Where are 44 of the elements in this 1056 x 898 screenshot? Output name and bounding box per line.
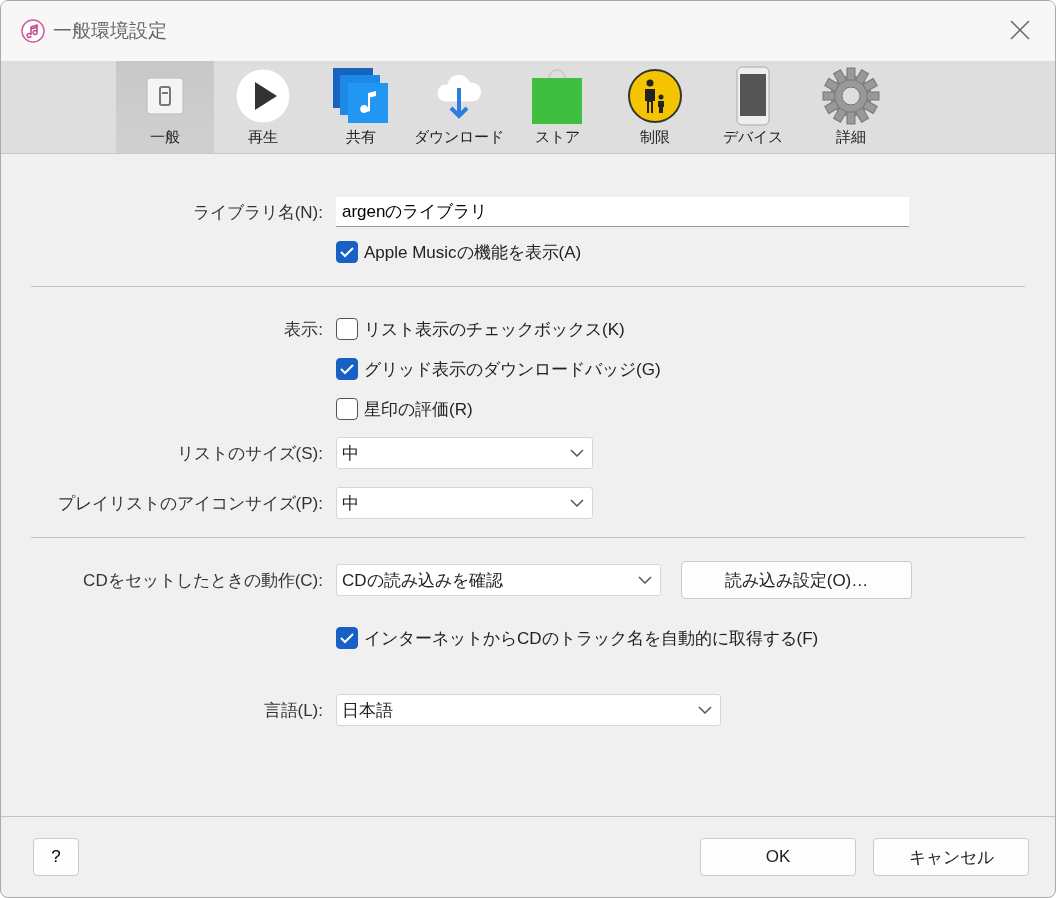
play-icon (235, 68, 291, 124)
cancel-button[interactable]: キャンセル (873, 838, 1029, 876)
music-note-icon (21, 19, 45, 43)
checkbox[interactable]: リスト表示のチェックボックス(K) (336, 317, 625, 341)
dropdown[interactable]: 中 (336, 437, 593, 469)
library-name-field[interactable]: argenのライブラリ (336, 197, 909, 227)
chevron-down-icon (698, 706, 712, 714)
check-icon (340, 246, 354, 258)
shopping-bag-icon (529, 66, 585, 126)
gear-icon (821, 66, 881, 126)
check-icon (340, 632, 354, 644)
toolbar-tab[interactable]: ダウンロード (410, 61, 508, 153)
check-icon (340, 363, 354, 375)
toolbar-tab[interactable]: 一般 (116, 61, 214, 153)
switch-icon (145, 76, 185, 116)
ok-button[interactable]: OK (700, 838, 856, 876)
toolbar-tab[interactable]: デバイス (704, 61, 802, 153)
chevron-down-icon (638, 576, 652, 584)
toolbar-tab[interactable]: 詳細 (802, 61, 900, 153)
dropdown[interactable]: 中 (336, 487, 593, 519)
chevron-down-icon (570, 499, 584, 507)
checkbox[interactable]: インターネットからCDのトラック名を自動的に取得する(F) (336, 626, 819, 650)
field-label: CDをセットしたときの動作(C): (82, 569, 323, 592)
stacked-music-icon (332, 67, 390, 125)
toolbar-tab[interactable]: 再生 (214, 61, 312, 153)
field-label: リストのサイズ(S): (175, 442, 323, 465)
window-title: 一般環境設定 (53, 19, 168, 43)
toolbar-tab[interactable]: ストア (508, 61, 606, 153)
dropdown[interactable]: CDの読み込みを確認 (336, 564, 661, 596)
field-label: プレイリストのアイコンサイズ(P): (56, 492, 323, 515)
dropdown[interactable]: 日本語 (336, 694, 721, 726)
toolbar-tab[interactable]: 共有 (312, 61, 410, 153)
field-label: 表示: (283, 318, 323, 341)
checkbox[interactable]: Apple Musicの機能を表示(A) (336, 240, 582, 264)
parent-child-icon (627, 68, 683, 124)
help-button[interactable]: ? (33, 838, 79, 876)
field-label: 言語(L): (262, 699, 323, 722)
checkbox[interactable]: グリッド表示のダウンロードバッジ(G) (336, 357, 661, 381)
phone-icon (736, 66, 770, 126)
import-settings-button[interactable]: 読み込み設定(O)… (681, 561, 912, 599)
field-label: ライブラリ名(N): (191, 201, 323, 224)
toolbar-tab[interactable]: 制限 (606, 61, 704, 153)
checkbox[interactable]: 星印の評価(R) (336, 397, 473, 421)
chevron-down-icon (570, 449, 584, 457)
